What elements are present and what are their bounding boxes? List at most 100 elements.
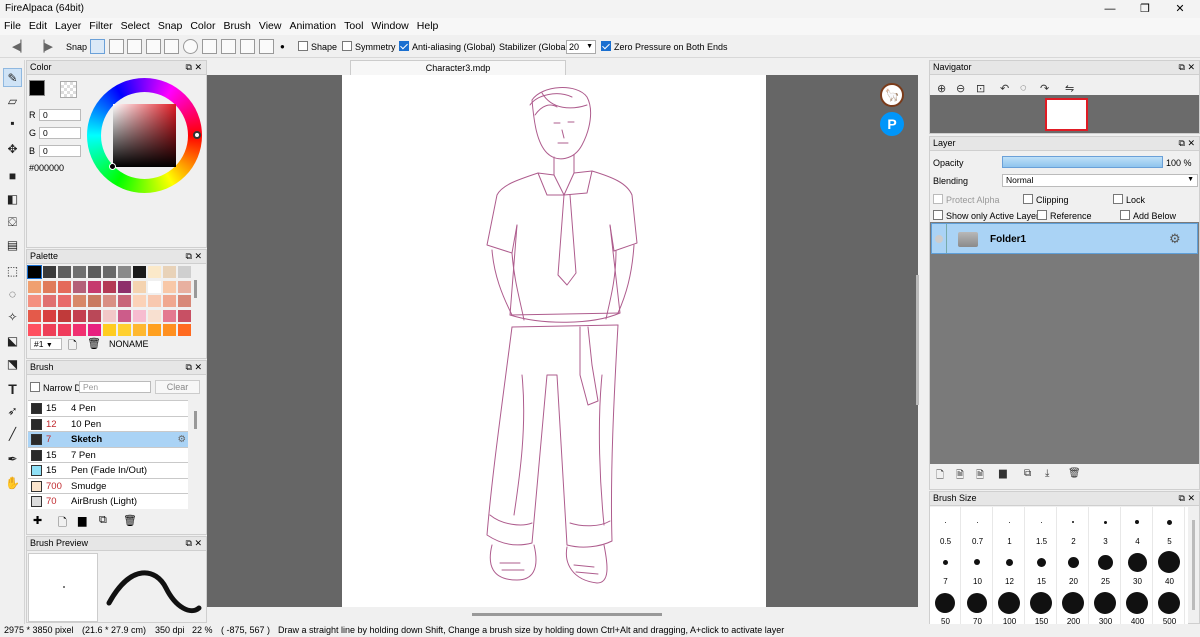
menu-select[interactable]: Select [117, 18, 154, 35]
brush-size-cell[interactable]: 10 [962, 547, 993, 587]
palette-swatch[interactable] [148, 266, 161, 278]
new-layer-icon[interactable]: 🗋 [936, 468, 944, 485]
snap-3d-icon[interactable] [221, 39, 236, 54]
brush-item[interactable]: 700 Smudge [28, 478, 188, 494]
move-tool-icon[interactable]: ✥ [3, 140, 22, 159]
palette-swatch[interactable] [58, 280, 71, 293]
select-pen-tool-icon[interactable]: ⬕ [3, 332, 22, 351]
brush-size-cell[interactable]: 4 [1122, 507, 1153, 547]
close-button[interactable]: ✕ [1165, 0, 1195, 18]
palette-swatch[interactable] [178, 280, 191, 293]
brush-size-cell[interactable]: 0.7 [962, 507, 993, 547]
palette-swatch[interactable] [148, 309, 161, 322]
palette-swatch[interactable] [28, 309, 41, 322]
snap-crisscross-icon[interactable] [127, 39, 142, 54]
menu-window[interactable]: Window [367, 18, 412, 35]
gradient-tool-icon[interactable]: ▤ [3, 236, 22, 255]
palette-swatch[interactable] [103, 295, 116, 307]
add-brush-icon[interactable]: ✚ [33, 514, 42, 527]
new-palette-icon[interactable]: 🗋 [68, 337, 77, 356]
menu-brush[interactable]: Brush [219, 18, 254, 35]
alpaca-logo-icon[interactable]: 🦙 [880, 83, 904, 107]
palette-swatch[interactable] [148, 324, 161, 336]
palette-swatch[interactable] [133, 295, 146, 307]
menu-view[interactable]: View [255, 18, 286, 35]
reset-rotation-icon[interactable]: ◌ [1020, 82, 1027, 94]
palette-swatch[interactable] [118, 324, 131, 336]
new-8bit-layer-icon[interactable]: 🗎 [956, 468, 964, 485]
palette-swatch[interactable] [163, 309, 176, 322]
palette-swatch[interactable] [163, 324, 176, 336]
palette-swatch[interactable] [73, 280, 86, 293]
reference-toggle[interactable]: Reference [1037, 210, 1092, 221]
bucket-tool-icon[interactable]: ⛋ [3, 213, 22, 232]
brush-scrollbar[interactable] [194, 411, 197, 429]
protect-alpha-toggle[interactable]: Protect Alpha [933, 194, 1000, 205]
palette-swatch[interactable] [103, 309, 116, 322]
palette-swatch[interactable] [28, 295, 41, 307]
palette-swatch[interactable] [103, 266, 116, 278]
palette-swatch[interactable] [58, 295, 71, 307]
color-marker[interactable] [109, 163, 116, 170]
brush-size-cell[interactable]: 200 [1058, 587, 1089, 627]
brush-item[interactable]: 70 AirBrush (Light) [28, 494, 188, 509]
palette-swatch[interactable] [43, 280, 56, 293]
snap-circle-icon[interactable] [183, 39, 198, 54]
palette-swatch[interactable] [73, 266, 86, 278]
new-brush-icon[interactable]: 🗋 [58, 514, 67, 533]
blending-select[interactable]: Normal ▼ [1002, 174, 1198, 187]
palette-swatch[interactable] [118, 280, 131, 293]
palette-swatch[interactable] [58, 309, 71, 322]
eraser-tool-icon[interactable]: ▱ [3, 92, 22, 111]
palette-swatch[interactable] [133, 324, 146, 336]
narrow-down-toggle[interactable]: Narrow D [30, 382, 81, 393]
antialias-toggle[interactable]: Anti-aliasing (Global) [399, 39, 496, 55]
panel-controls-icon[interactable]: ⧉ ✕ [1179, 492, 1195, 505]
canvas-h-scrollbar[interactable] [472, 613, 662, 616]
hue-marker[interactable] [193, 131, 201, 139]
stabilizer-select[interactable]: 20 ▼ [566, 40, 596, 54]
palette-swatch[interactable] [163, 280, 176, 293]
palette-scrollbar[interactable] [194, 280, 197, 298]
panel-controls-icon[interactable]: ⧉ ✕ [186, 361, 202, 374]
palette-swatch[interactable] [43, 309, 56, 322]
merge-down-icon[interactable]: ⤓ [1045, 468, 1049, 479]
palette-swatch[interactable] [28, 324, 41, 336]
brush-size-cell[interactable]: 20 [1058, 547, 1089, 587]
palette-swatch[interactable] [178, 309, 191, 322]
brush-size-cell[interactable]: 30 [1122, 547, 1153, 587]
layer-row-folder1[interactable]: Folder1 ⚙ [931, 223, 1198, 254]
palette-swatch[interactable] [58, 266, 71, 278]
snap-radial-icon[interactable] [164, 39, 179, 54]
flip-icon[interactable]: ⇋ [1065, 82, 1074, 95]
layer-list[interactable]: Folder1 ⚙ [930, 222, 1199, 464]
zero-pressure-toggle[interactable]: Zero Pressure on Both Ends [601, 39, 728, 55]
palette-swatch[interactable] [73, 295, 86, 307]
hand-tool-icon[interactable]: ✋ [3, 474, 22, 493]
brush-size-cell[interactable]: 5 [1154, 507, 1185, 547]
palette-swatch[interactable] [58, 324, 71, 336]
magic-wand-tool-icon[interactable]: ✧ [3, 308, 22, 327]
panel-controls-icon[interactable]: ⧉ ✕ [186, 250, 202, 263]
palette-swatch[interactable] [118, 309, 131, 322]
maximize-button[interactable]: ❐ [1130, 0, 1160, 18]
brush-folder-icon[interactable]: ▆ [78, 514, 86, 527]
panel-controls-icon[interactable]: ⧉ ✕ [186, 61, 202, 74]
palette-swatch[interactable] [43, 295, 56, 307]
menu-filter[interactable]: Filter [85, 18, 116, 35]
new-1bit-layer-icon[interactable]: 🗎 [976, 468, 984, 485]
r-field[interactable]: 0 [39, 109, 81, 121]
lock-toggle[interactable]: Lock [1113, 194, 1145, 205]
add-below-toggle[interactable]: Add Below [1120, 210, 1176, 221]
fill-tool-icon[interactable]: ■ [3, 167, 22, 186]
select-tool-icon[interactable]: ⬚ [3, 262, 22, 281]
b-field[interactable]: 0 [39, 145, 81, 157]
snap-parallel-icon[interactable] [109, 39, 124, 54]
palette-swatch[interactable] [133, 280, 146, 293]
next-frame-icon[interactable]: ▕▶ [36, 39, 53, 55]
brush-size-cell[interactable]: 1 [994, 507, 1025, 547]
palette-swatch[interactable] [88, 309, 101, 322]
palette-swatch[interactable] [178, 324, 191, 336]
prev-frame-icon[interactable]: ◀▏ [12, 39, 29, 55]
brush-search-input[interactable]: Pen [79, 381, 151, 393]
